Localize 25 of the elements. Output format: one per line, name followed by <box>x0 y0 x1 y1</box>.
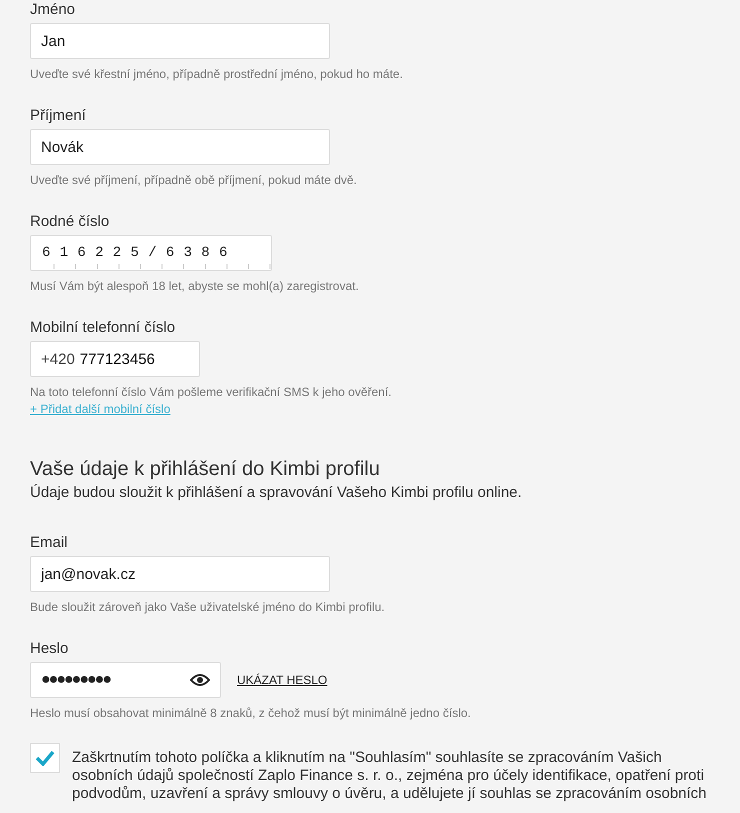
section-title: Vaše údaje k přihlášení do Kimbi profilu <box>30 457 381 482</box>
input-field[interactable]: jan@novak.cz <box>30 556 330 592</box>
field-label: Email <box>30 533 69 553</box>
hint-text: Uveďte své příjmení, případně obě příjmení, pokud máte dvě. <box>30 173 358 188</box>
password-field[interactable]: ●●●●●●●●● <box>30 662 221 698</box>
input-field[interactable]: Jan <box>30 23 330 59</box>
field-label: Jméno <box>30 0 76 20</box>
field-label: Mobilní telefonní číslo <box>30 318 176 338</box>
field-label: Rodné číslo <box>30 212 110 232</box>
section-subtitle: Údaje budou sloužit k přihlášení a spravování Vašeho Kimbi profilu online. <box>30 484 523 501</box>
input-field[interactable]: 616225/6386 <box>30 235 272 271</box>
show-password-link[interactable]: UKÁZAT HESLO <box>237 673 328 687</box>
field-label: Příjmení <box>30 106 87 126</box>
hint-text: Musí Vám být alespoň 18 let, abyste se mohl(a) zaregistrovat. <box>30 279 360 294</box>
eye-icon[interactable] <box>190 673 210 687</box>
consent-checkbox[interactable] <box>30 743 60 773</box>
hint-text: Na toto telefonní číslo Vám pošleme verifikační SMS k jeho ověření. <box>30 385 393 400</box>
consent-text: Zaškrtnutím tohoto políčka a kliknutím na "Souhlasím" souhlasíte se zpracováním Vašich osobních údajů společností Zaplo Finance s. r. o., zejména pro účely identifikace, opatření proti podvodům, uzavření a správy smlouvy o úvěru, a udělujete jí souhlas se zpracováním osobních <box>72 749 707 803</box>
input-field[interactable]: Novák <box>30 129 330 165</box>
hint-text: Heslo musí obsahovat minimálně 8 znaků, z čehož musí být minimálně jedno číslo. <box>30 706 472 721</box>
hint-text: Bude sloužit zároveň jako Vaše uživatelské jméno do Kimbi profilu. <box>30 600 386 615</box>
hint-text: Uveďte své křestní jméno, případně prostřední jméno, pokud ho máte. <box>30 67 404 82</box>
field-label: Heslo <box>30 639 70 659</box>
input-field[interactable]: +420 777123456 <box>30 341 200 377</box>
check-icon <box>35 750 55 766</box>
